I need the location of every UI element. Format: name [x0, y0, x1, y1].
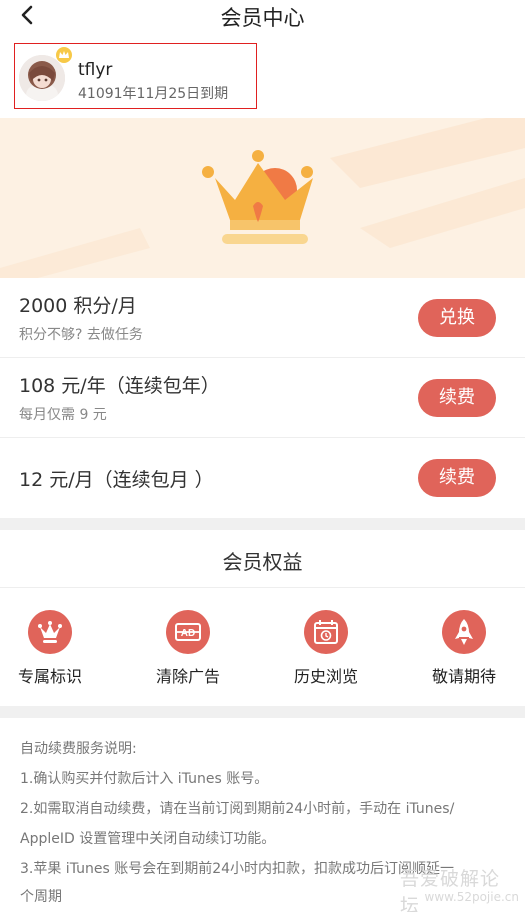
plan-monthly: 12 元/月（连续包月 ） 续费	[0, 438, 525, 518]
plan-subtitle: 每月仅需 9 元	[19, 407, 107, 423]
benefit-label: 专属标识	[17, 667, 82, 686]
divider	[0, 587, 525, 588]
renew-monthly-button[interactable]: 续费	[418, 459, 496, 497]
watermark: 吾爱破解论坛 www.52pojie.cn	[400, 862, 525, 912]
plan-points-monthly: 2000 积分/月 积分不够? 去做任务 兑换	[0, 278, 525, 358]
benefits-section: 会员权益 专属标识 AD 清除广告 历史浏览 敬请期待	[0, 530, 525, 706]
svg-text:AD: AD	[181, 628, 195, 639]
plan-title: 108 元/年（连续包年）	[19, 375, 220, 397]
benefit-coming-soon[interactable]: 敬请期待	[414, 610, 514, 690]
note-line: 2.如需取消自动续费，请在当前订阅到期前24小时前，手动在 iTunes/	[20, 801, 455, 817]
user-card: tflyr 41091年11月25日到期	[0, 32, 525, 118]
benefit-label: 历史浏览	[293, 667, 358, 686]
note-line: 1.确认购买并付款后计入 iTunes 账号。	[20, 771, 269, 787]
benefit-exclusive-badge[interactable]: 专属标识	[0, 610, 100, 690]
benefit-label: 敬请期待	[431, 667, 496, 686]
watermark-url: www.52pojie.cn	[424, 890, 519, 904]
user-info-box[interactable]: tflyr 41091年11月25日到期	[14, 43, 257, 109]
benefits-title: 会员权益	[222, 550, 303, 574]
renew-yearly-button[interactable]: 续费	[418, 379, 496, 417]
plan-title: 2000 积分/月	[19, 295, 137, 317]
rocket-icon	[442, 610, 486, 654]
plan-subtitle[interactable]: 积分不够? 去做任务	[19, 324, 143, 344]
banner-crown-icon	[0, 118, 525, 278]
watermark-title: 吾爱破解论坛	[400, 868, 501, 912]
nav-bar: 会员中心	[0, 0, 525, 32]
benefit-label: 清除广告	[155, 667, 220, 686]
plan-yearly: 108 元/年（连续包年） 每月仅需 9 元 续费	[0, 358, 525, 438]
calendar-history-icon	[304, 610, 348, 654]
exchange-button[interactable]: 兑换	[418, 299, 496, 337]
notes-heading: 自动续费服务说明:	[20, 741, 137, 757]
benefit-remove-ads[interactable]: AD 清除广告	[138, 610, 238, 690]
membership-banner	[0, 118, 525, 278]
plan-list: 2000 积分/月 积分不够? 去做任务 兑换 108 元/年（连续包年） 每月…	[0, 278, 525, 518]
ad-block-icon: AD	[166, 610, 210, 654]
vip-crown-badge-icon	[56, 47, 72, 63]
membership-expiry: 41091年11月25日到期	[78, 86, 229, 102]
crown-icon	[28, 610, 72, 654]
page-title: 会员中心	[220, 6, 305, 30]
plan-title: 12 元/月（连续包月 ）	[19, 469, 214, 491]
user-name: tflyr	[78, 60, 113, 80]
note-line: AppleID 设置管理中关闭自动续订功能。	[20, 831, 276, 847]
benefit-history[interactable]: 历史浏览	[276, 610, 376, 690]
